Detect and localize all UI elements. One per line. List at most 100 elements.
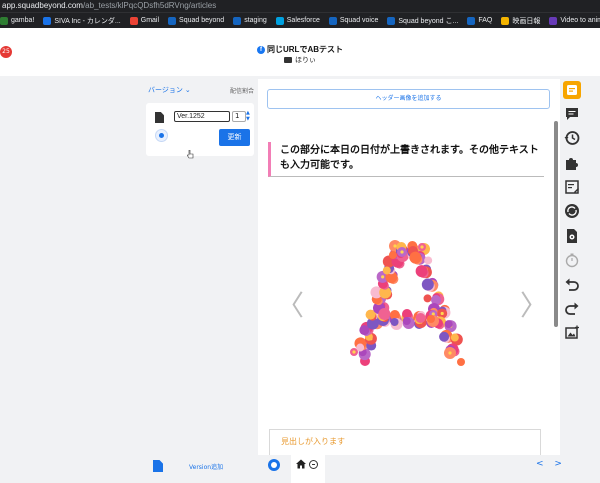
bookmark-label: FAQ [478,17,493,24]
redo-icon[interactable] [563,299,581,317]
form-edit-icon[interactable] [563,178,581,196]
messenger-icon[interactable] [155,129,168,142]
url-host: app.squadbeyond.com [2,1,83,10]
bookmark-label: Salesforce [286,17,320,24]
flower-petal [389,251,397,259]
bookmark-item[interactable]: Squad voice [328,16,379,25]
bookmarks-bar: gamba! SIVA Inc - カレンダ... Gmail Squad beyon… [0,12,600,28]
bookmark-label: Squad beyond こ... [398,17,459,25]
undo-icon[interactable] [563,275,581,293]
timer-icon[interactable] [563,251,581,269]
bookmark-item[interactable]: Gmail [129,16,160,25]
image-add-icon[interactable] [563,324,581,342]
bookmark-label: Squad beyond [179,17,225,24]
bookmark-favicon-icon [387,16,396,25]
history-icon[interactable] [563,129,581,147]
flower-petal [382,266,391,275]
page-title-text: 同じURLでABテスト [267,45,343,54]
flower-petal [415,265,428,278]
bookmark-favicon-icon [233,16,242,25]
heading-field[interactable]: 見出しが入ります [269,429,541,455]
flower-petal [390,318,399,326]
distribution-ratio-label: 配信割合 [230,88,255,95]
bookmark-favicon-icon [501,16,510,25]
bookmark-label: SIVA Inc - カレンダ... [54,17,121,25]
page-title: f 同じURLでABテスト [0,44,600,55]
flower-petal [415,313,426,323]
flower-center [400,250,404,254]
document-icon [155,112,164,123]
editor-toolbar [560,79,584,349]
file-gear-icon[interactable] [563,227,581,245]
flower-center [440,311,444,316]
slider-next-arrow[interactable]: 〉 [520,284,548,324]
slider-prev-arrow[interactable]: 〈 [276,284,304,324]
bookmark-item[interactable]: FAQ [467,16,493,25]
flower-petal [427,315,435,323]
memo-icon[interactable] [563,81,581,99]
sync-icon[interactable] [563,202,581,220]
version-dropdown-label: バージョン [148,87,183,94]
bookmark-favicon-icon [43,16,52,25]
folder-icon [284,57,292,64]
hand-cursor-icon [187,150,194,159]
bookmark-favicon-icon [129,16,138,25]
version-dropdown[interactable]: バージョン ⌄ [148,85,191,95]
bookmark-label: Squad voice [339,17,379,24]
bookmark-item[interactable]: 映画日報 [501,16,540,26]
messenger-button-icon[interactable] [268,459,280,471]
flower-petal [356,343,365,352]
version-name-input[interactable]: Ver.1252 [174,111,230,122]
page-nav-arrows[interactable]: < > [536,459,566,469]
version-card: Ver.1252 1 ▲ ▼ 更新 [146,103,254,156]
flower-center [448,351,452,355]
flower-petal [444,320,453,329]
comment-icon[interactable] [563,105,581,123]
url-path: /ab_tests/klPqcQDsfh5dRVng/articles [82,1,217,10]
flower-petal [450,333,459,342]
bookmark-item[interactable]: Video to animated... [549,16,600,25]
flower-center [352,350,356,354]
flower-petal [457,358,465,366]
ratio-stepper[interactable]: ▲ ▼ [246,110,251,123]
bookmark-favicon-icon [275,16,284,25]
bookmark-label: gamba! [11,17,35,24]
ratio-input[interactable]: 1 [232,111,246,122]
bookmark-favicon-icon [168,16,177,25]
flower-center [381,275,385,279]
flower-center [393,244,397,248]
flower-petal [409,251,422,264]
bookmark-label: Gmail [140,17,160,24]
flower-petal [423,294,432,303]
flower-petal [402,317,411,325]
flower-petal [424,256,433,265]
address-bar[interactable]: app.squadbeyond.com/ab_tests/klPqcQDsfh5… [0,0,600,12]
bookmark-item[interactable]: SIVA Inc - カレンダ... [43,16,121,26]
hero-image-flower-letter[interactable] [348,239,468,369]
add-header-image-button[interactable]: ヘッダー画像を追加する [267,89,550,109]
bookmark-favicon-icon [549,16,558,25]
bookmark-item[interactable]: Salesforce [275,16,320,25]
bookmark-item[interactable]: Squad beyond [168,16,225,25]
bookmark-label: 映画日報 [512,17,541,25]
bookmark-item[interactable]: staging [233,16,267,25]
version-add-button[interactable]: Version追加 [189,462,223,471]
folder-label: ほりぃ [0,55,600,65]
bookmark-favicon-icon [0,16,8,25]
chevron-down-icon: ⌄ [184,87,191,94]
update-button[interactable]: 更新 [219,129,250,146]
home-icon[interactable] [296,459,306,469]
zoom-out-icon[interactable] [309,460,318,469]
bookmark-label: staging [244,17,267,24]
bookmark-item[interactable]: gamba! [0,16,35,25]
article-headline[interactable]: この部分に本日の日付が上書きされます。その他テキストも入力可能です。 [268,142,544,177]
flower-petal [378,308,391,320]
bookmark-favicon-icon [467,16,476,25]
bookmark-item[interactable]: Squad beyond こ... [387,16,458,26]
puzzle-icon[interactable] [563,154,581,172]
folder-name: ほりぃ [295,57,316,64]
flower-petal [439,331,450,342]
bookmark-favicon-icon [328,16,337,25]
facebook-icon: f [257,45,265,54]
preview-scrollbar[interactable] [554,121,558,327]
